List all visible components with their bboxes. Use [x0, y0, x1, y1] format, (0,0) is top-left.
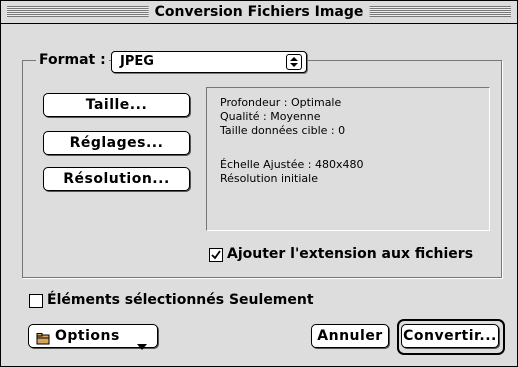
info-panel: Profondeur : Optimale Qualité : Moyenne …: [206, 87, 490, 231]
folder-icon: [36, 330, 50, 352]
options-menu-button[interactable]: Options: [28, 324, 158, 350]
format-label: Format :: [36, 51, 109, 69]
info-quality: Qualité : Moyenne: [220, 110, 321, 123]
title-bar[interactable]: Conversion Fichiers Image: [1, 1, 517, 24]
updown-arrow-icon: [286, 54, 302, 70]
info-depth: Profondeur : Optimale: [220, 96, 342, 109]
convert-button[interactable]: Convertir...: [401, 324, 499, 348]
reglages-button[interactable]: Réglages...: [43, 131, 190, 155]
selected-only-checkbox[interactable]: [29, 294, 43, 308]
checkmark-icon: [211, 250, 221, 260]
info-target-size: Taille données cible : 0: [220, 124, 346, 137]
info-scale: Échelle Ajustée : 480x480: [220, 158, 364, 171]
format-popup[interactable]: JPEG: [111, 51, 307, 73]
conversion-dialog: Conversion Fichiers Image Format : JPEG …: [0, 0, 518, 367]
dropdown-arrow-icon: [137, 335, 147, 357]
options-label: Options: [55, 328, 120, 344]
cancel-button[interactable]: Annuler: [311, 324, 389, 348]
selected-only-checkbox-label[interactable]: Éléments sélectionnés Seulement: [47, 291, 314, 309]
window-title: Conversion Fichiers Image: [148, 3, 370, 21]
extension-checkbox-label[interactable]: Ajouter l'extension aux fichiers: [227, 245, 473, 263]
taille-button[interactable]: Taille...: [43, 93, 190, 117]
extension-checkbox[interactable]: [209, 248, 223, 262]
info-resolution: Résolution initiale: [220, 172, 318, 185]
resolution-button[interactable]: Résolution...: [43, 167, 190, 191]
format-selected-value: JPEG: [120, 54, 154, 69]
